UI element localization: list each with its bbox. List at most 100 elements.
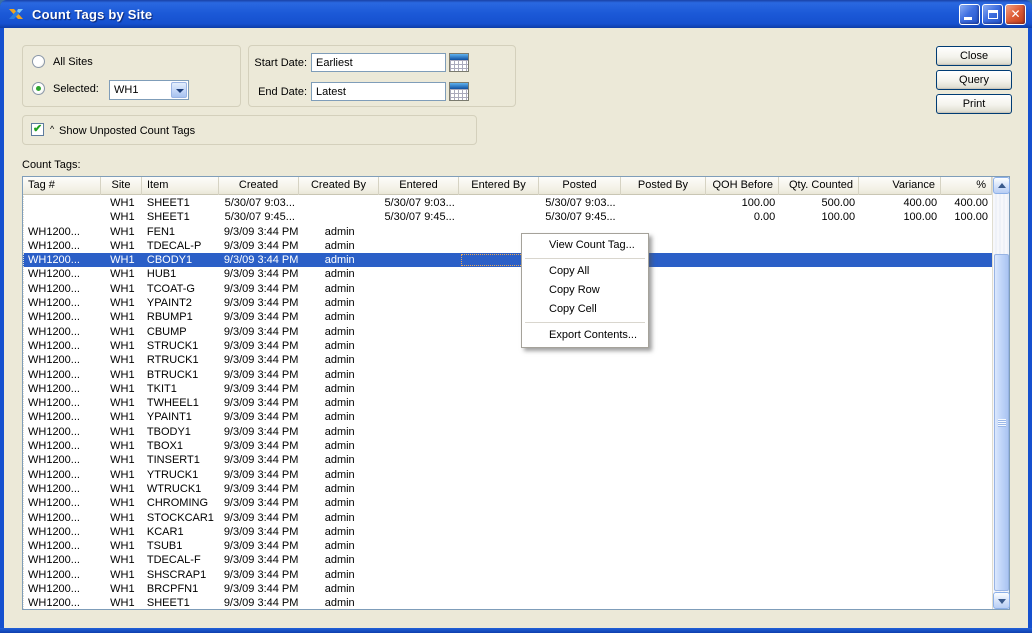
cell-entered[interactable] [380, 539, 460, 553]
cell-item[interactable]: TBODY1 [143, 425, 220, 439]
cell-entered[interactable] [380, 296, 460, 310]
cell-posted[interactable] [540, 468, 622, 482]
table-row[interactable]: WH1200...WH1CHROMING9/3/09 3:44 PMadmin [23, 496, 992, 510]
cell-qoh-before[interactable] [706, 596, 779, 609]
cell-entered-by[interactable] [460, 568, 540, 582]
table-row[interactable]: WH1200...WH1STOCKCAR19/3/09 3:44 PMadmin [23, 511, 992, 525]
cell-tag[interactable]: WH1200... [24, 225, 102, 239]
cell-entered[interactable] [380, 482, 460, 496]
cell-created[interactable]: 9/3/09 3:44 PM [220, 296, 300, 310]
cell-tag[interactable]: WH1200... [24, 410, 102, 424]
table-row[interactable]: WH1200...WH1BRCPFN19/3/09 3:44 PMadmin [23, 582, 992, 596]
cell-tag[interactable] [24, 210, 102, 224]
cell-qty-counted[interactable] [779, 267, 859, 281]
end-date-calendar-icon[interactable] [449, 82, 469, 101]
cell-entered-by[interactable] [460, 539, 540, 553]
cell-created-by[interactable]: admin [300, 225, 380, 239]
query-button[interactable]: Query [936, 70, 1012, 90]
cell-pct[interactable] [941, 568, 992, 582]
cell-created[interactable]: 9/3/09 3:44 PM [220, 339, 300, 353]
cell-entered[interactable] [380, 410, 460, 424]
cell-qoh-before[interactable] [706, 325, 779, 339]
cell-tag[interactable]: WH1200... [24, 568, 102, 582]
cell-qty-counted[interactable] [779, 525, 859, 539]
cell-item[interactable]: TSUB1 [143, 539, 220, 553]
table-row[interactable]: WH1SHEET15/30/07 9:45...5/30/07 9:45...5… [23, 210, 992, 224]
cell-created[interactable]: 5/30/07 9:03... [220, 196, 300, 210]
cell-qoh-before[interactable] [706, 568, 779, 582]
table-row[interactable]: WH1200...WH1TDECAL-P9/3/09 3:44 PMadmin [23, 239, 992, 253]
cell-entered-by[interactable] [460, 396, 540, 410]
cell-pct[interactable] [941, 539, 992, 553]
cell-pct[interactable] [941, 396, 992, 410]
cell-entered[interactable] [380, 253, 460, 267]
cell-pct[interactable] [941, 453, 992, 467]
cell-site[interactable]: WH1 [102, 596, 143, 609]
column-header-qty-counted[interactable]: Qty. Counted [779, 177, 859, 195]
cell-item[interactable]: SHEET1 [143, 596, 220, 609]
cell-site[interactable]: WH1 [102, 239, 143, 253]
titlebar[interactable]: Count Tags by Site ✕ [0, 0, 1032, 28]
cell-tag[interactable]: WH1200... [24, 339, 102, 353]
cell-posted[interactable] [540, 511, 622, 525]
cell-variance[interactable] [859, 353, 941, 367]
cell-site[interactable]: WH1 [102, 296, 143, 310]
cell-qty-counted[interactable] [779, 596, 859, 609]
cell-pct[interactable] [941, 267, 992, 281]
cell-entered[interactable] [380, 353, 460, 367]
cell-entered[interactable] [380, 339, 460, 353]
table-row[interactable]: WH1200...WH1TDECAL-F9/3/09 3:44 PMadmin [23, 553, 992, 567]
column-header-created-by[interactable]: Created By [299, 177, 379, 195]
cell-tag[interactable]: WH1200... [24, 511, 102, 525]
cell-entered[interactable] [380, 496, 460, 510]
cell-entered-by[interactable] [460, 468, 540, 482]
cell-item[interactable]: RBUMP1 [143, 310, 220, 324]
cell-created[interactable]: 9/3/09 3:44 PM [220, 453, 300, 467]
cell-entered[interactable] [380, 425, 460, 439]
cell-item[interactable]: SHEET1 [143, 210, 220, 224]
column-header-entered-by[interactable]: Entered By [459, 177, 539, 195]
cell-site[interactable]: WH1 [102, 568, 143, 582]
cell-created-by[interactable]: admin [300, 253, 380, 267]
cell-posted[interactable]: 5/30/07 9:03... [540, 196, 622, 210]
cell-pct[interactable] [941, 525, 992, 539]
cell-created[interactable]: 9/3/09 3:44 PM [220, 596, 300, 609]
cell-posted-by[interactable] [621, 453, 706, 467]
cell-tag[interactable]: WH1200... [24, 382, 102, 396]
cell-qoh-before[interactable] [706, 496, 779, 510]
table-row[interactable]: WH1200...WH1TWHEEL19/3/09 3:44 PMadmin [23, 396, 992, 410]
cell-created-by[interactable]: admin [300, 239, 380, 253]
cell-entered-by[interactable] [460, 353, 540, 367]
cell-tag[interactable]: WH1200... [24, 496, 102, 510]
cell-created[interactable]: 9/3/09 3:44 PM [220, 353, 300, 367]
column-header-created[interactable]: Created [219, 177, 299, 195]
cell-qoh-before[interactable] [706, 425, 779, 439]
cell-tag[interactable]: WH1200... [24, 482, 102, 496]
cell-tag[interactable]: WH1200... [24, 239, 102, 253]
cell-tag[interactable]: WH1200... [24, 310, 102, 324]
table-row[interactable]: WH1SHEET15/30/07 9:03...5/30/07 9:03...5… [23, 196, 992, 210]
cell-qoh-before[interactable]: 100.00 [706, 196, 779, 210]
cell-variance[interactable] [859, 439, 941, 453]
cell-pct[interactable] [941, 310, 992, 324]
maximize-button[interactable] [982, 4, 1003, 25]
cell-qty-counted[interactable]: 100.00 [779, 210, 859, 224]
cell-qoh-before[interactable] [706, 511, 779, 525]
cell-posted-by[interactable] [621, 368, 706, 382]
cell-pct[interactable] [941, 339, 992, 353]
cell-item[interactable]: YTRUCK1 [143, 468, 220, 482]
column-header-entered[interactable]: Entered [379, 177, 459, 195]
cell-tag[interactable]: WH1200... [24, 368, 102, 382]
cell-entered[interactable] [380, 368, 460, 382]
cell-qty-counted[interactable] [779, 239, 859, 253]
cell-entered[interactable] [380, 453, 460, 467]
cell-variance[interactable] [859, 368, 941, 382]
cell-site[interactable]: WH1 [102, 267, 143, 281]
table-row[interactable]: WH1200...WH1SHSCRAP19/3/09 3:44 PMadmin [23, 568, 992, 582]
cell-entered-by[interactable] [460, 582, 540, 596]
cell-entered-by[interactable] [460, 210, 540, 224]
cell-created[interactable]: 9/3/09 3:44 PM [220, 482, 300, 496]
cell-entered[interactable] [380, 525, 460, 539]
cell-item[interactable]: WTRUCK1 [143, 482, 220, 496]
cell-qty-counted[interactable] [779, 582, 859, 596]
